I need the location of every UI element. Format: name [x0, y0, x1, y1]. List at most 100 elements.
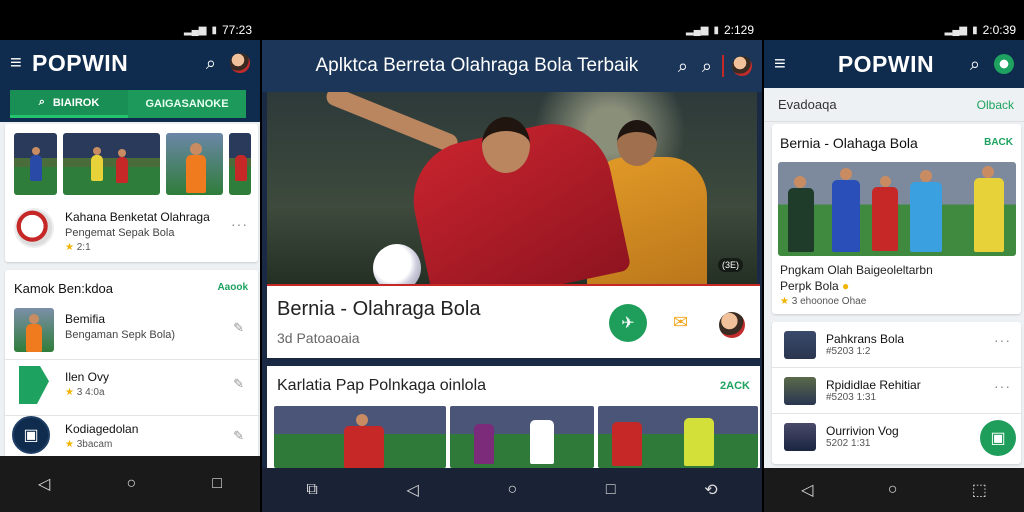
back-icon[interactable]: ◁ — [801, 480, 813, 500]
team-image[interactable] — [778, 162, 1016, 256]
profile-avatar[interactable] — [719, 312, 745, 338]
rotate-icon[interactable]: ⟲ — [704, 480, 717, 500]
featured-card[interactable]: Kahana Benketat Olahraga Pengemat Sepak … — [5, 124, 258, 262]
app-bar: ≡ POPWIN ⌕ — [764, 40, 1024, 88]
tab-bar: ⌕ BIAIROK GAIGASANOKE — [10, 90, 246, 118]
search-icon-secondary[interactable]: ⌕ — [702, 56, 712, 77]
thumbnail — [784, 423, 816, 451]
hero-badge: (3E) — [717, 258, 743, 272]
shopping-bag-icon: ▣ — [990, 430, 1006, 447]
list-item[interactable]: Pahkrans Bola #5203 1:2 ··· — [772, 322, 1021, 368]
hero-image[interactable]: (3E) — [267, 92, 757, 284]
more-icon[interactable]: ··· — [231, 216, 248, 232]
star-icon: ★ — [780, 296, 789, 307]
list-item-meta: #5203 1:2 — [826, 346, 871, 357]
ball-icon — [14, 208, 54, 248]
menu-icon[interactable]: ≡ — [774, 53, 796, 76]
back-icon[interactable]: ◁ — [406, 480, 418, 500]
avatar[interactable] — [732, 56, 752, 76]
recents-icon[interactable]: ⬚ — [972, 480, 987, 500]
detail-card-title: Bernia - Olahaga Bola — [780, 135, 918, 151]
chat-icon[interactable]: ✉ — [673, 312, 688, 333]
section-title: Kamok Ben:kdoa — [14, 281, 114, 296]
search-icon[interactable]: ⌕ — [970, 54, 980, 75]
play-button[interactable]: ✈ — [609, 304, 647, 342]
status-bar: ▂▄▆ ▮ 2:0:39 — [764, 20, 1024, 40]
android-nav-bar: ◁ ○ ⬚ — [764, 468, 1024, 512]
app-icon — [19, 366, 49, 404]
home-icon[interactable]: ○ — [126, 475, 136, 493]
thumbnail — [14, 308, 54, 352]
emoji-icon: ● — [842, 279, 850, 293]
featured-title: Kahana Benketat Olahraga — [65, 210, 210, 224]
tab-first[interactable]: ⌕ BIAIROK — [10, 90, 128, 118]
app-bar: ≡ POPWIN ⌕ — [0, 40, 260, 86]
edit-icon[interactable]: ✎ — [233, 428, 244, 444]
home-icon[interactable]: ○ — [507, 481, 517, 499]
home-icon[interactable]: ○ — [888, 481, 898, 499]
phone-screen-left: ▂▄▆ ▮ 77:23 ≡ POPWIN ⌕ ⌕ BIAIROK GAIGASAN… — [0, 0, 260, 512]
tab-second-label: GAIGASANOKE — [145, 98, 229, 110]
thumbnail[interactable] — [274, 406, 446, 468]
thumbnail[interactable] — [63, 133, 160, 195]
detail-card-link[interactable]: BACK — [984, 137, 1013, 148]
section-link[interactable]: 2ACK — [720, 380, 750, 392]
app-bar: Aplktca Berreta Olahraga Bola Terbaik ⌕ … — [262, 40, 762, 92]
thumbnail — [784, 377, 816, 405]
thumbnail[interactable] — [166, 133, 223, 195]
app-logo: POPWIN — [32, 49, 129, 76]
back-icon[interactable]: ◁ — [38, 474, 50, 494]
subheader-link[interactable]: Olback — [977, 98, 1014, 112]
menu-icon[interactable]: ≡ — [10, 52, 32, 75]
battery-icon: ▮ — [972, 24, 978, 36]
briefcase-icon: ▣ — [23, 427, 39, 444]
search-icon[interactable]: ⌕ — [206, 53, 216, 74]
star-icon: ★ — [65, 387, 74, 398]
list-item-title: Ourrivion Vog — [826, 424, 899, 438]
fab-button[interactable]: ▣ — [12, 416, 50, 454]
recents-icon[interactable]: □ — [606, 481, 616, 499]
featured-rating: 2:1 — [76, 242, 91, 253]
battery-icon: ▮ — [713, 24, 719, 36]
status-time: 2:0:39 — [982, 23, 1016, 37]
main-card[interactable]: Bernia - Olahraga Bola 3d Patoaoaia ✈ ✉ — [267, 284, 760, 358]
thumbnail[interactable] — [598, 406, 758, 468]
list-item[interactable]: Ilen Ovy ★ 3 4:0a ✎ — [5, 362, 258, 416]
thumbnail[interactable] — [14, 133, 57, 195]
featured-subtitle: Pengemat Sepak Bola — [65, 227, 175, 239]
main-card-subtitle: 3d Patoaoaia — [277, 330, 360, 346]
more-icon[interactable]: ··· — [994, 378, 1011, 394]
recents-icon[interactable]: □ — [212, 475, 222, 493]
android-nav-bar: ◁ ○ □ — [0, 456, 260, 512]
top-edge — [262, 0, 762, 20]
section-link[interactable]: Aaook — [217, 282, 248, 293]
screenshot-icon[interactable]: ⧉ — [306, 481, 317, 499]
signal-icon: ▂▄▆ — [944, 24, 968, 36]
detail-desc-line1: Pngkam Olah Baigeoleltarbn — [780, 263, 933, 277]
list-item-title: Ilen Ovy — [65, 370, 110, 384]
list-item-subtitle: Bengaman Sepk Bola) — [65, 329, 176, 341]
more-icon[interactable]: ··· — [994, 332, 1011, 348]
battery-icon: ▮ — [211, 24, 217, 36]
search-icon[interactable]: ⌕ — [678, 56, 688, 77]
signal-icon: ▂▄▆ — [183, 24, 207, 36]
signal-icon: ▂▄▆ — [685, 24, 709, 36]
status-bar: ▂▄▆ ▮ 77:23 — [0, 20, 260, 40]
edit-icon[interactable]: ✎ — [233, 320, 244, 336]
thumbnail[interactable] — [229, 133, 251, 195]
edit-icon[interactable]: ✎ — [233, 376, 244, 392]
list-item-meta: 5202 1:31 — [826, 438, 871, 449]
detail-card[interactable]: Bernia - Olahaga Bola BACK Pngkam Olah B… — [772, 124, 1021, 314]
settings-icon[interactable] — [994, 54, 1014, 74]
status-bar: ▂▄▆ ▮ 2:129 — [262, 20, 762, 40]
list-item-meta: #5203 1:31 — [826, 392, 877, 403]
avatar[interactable] — [230, 53, 250, 73]
phone-screen-center: ▂▄▆ ▮ 2:129 Aplktca Berreta Olahraga Bol… — [262, 0, 762, 512]
main-card-title: Bernia - Olahraga Bola — [277, 298, 481, 320]
tab-second[interactable]: GAIGASANOKE — [128, 90, 246, 118]
list-item[interactable]: Rpididlae Rehitiar #5203 1:31 ··· — [772, 368, 1021, 414]
list-item[interactable]: Bemifia Bengaman Sepk Bola) ✎ — [5, 304, 258, 360]
fab-button[interactable]: ▣ — [980, 420, 1016, 456]
thumbnail[interactable] — [450, 406, 594, 468]
football-image — [373, 244, 421, 284]
